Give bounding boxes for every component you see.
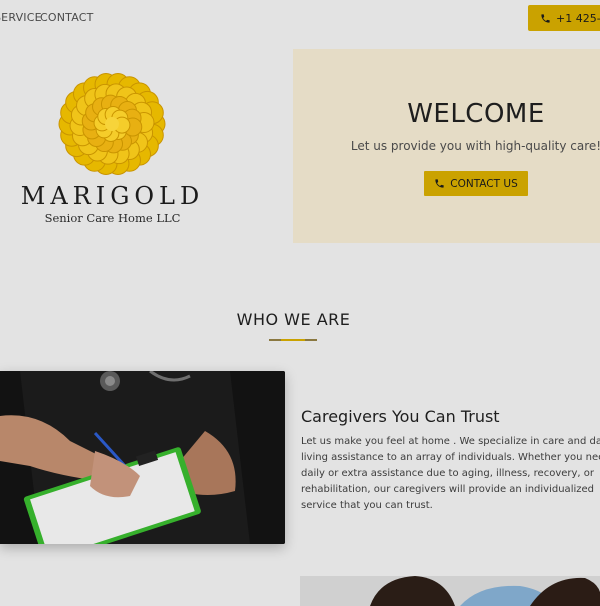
phone-button[interactable]: +1 425-6 (528, 5, 600, 31)
caregiver-illustration (0, 371, 285, 544)
contact-us-label: CONTACT US (450, 177, 518, 190)
welcome-text: Let us provide you with high-quality car… (350, 139, 600, 153)
nav-link-contact[interactable]: CONTACT (40, 11, 94, 24)
flower-center (105, 117, 119, 131)
marigold-flower-icon (58, 73, 166, 175)
section-underline (269, 339, 317, 341)
caregiver-photo (0, 371, 285, 544)
phone-number: +1 425-6 (556, 11, 600, 25)
nav-link-service[interactable]: SERVICE (0, 11, 42, 24)
welcome-panel: WELCOME Let us provide you with high-qua… (293, 49, 600, 243)
top-nav: SERVICE CONTACT +1 425-6 (0, 0, 600, 36)
phone-icon (541, 13, 550, 23)
card-title: Caregivers You Can Trust (301, 407, 500, 426)
section-title: WHO WE ARE (236, 310, 351, 329)
card-text: Let us make you feel at home . We specia… (301, 436, 600, 511)
brand-logo[interactable]: MARIGOLD Senior Care Home LLC (15, 70, 210, 230)
brand-subtitle: Senior Care Home LLC (44, 211, 181, 225)
welcome-title: WELCOME (407, 99, 545, 129)
phone-icon (435, 179, 444, 188)
second-photo (300, 576, 600, 606)
brand-name: MARIGOLD (20, 182, 205, 210)
contact-us-button[interactable]: CONTACT US (424, 171, 528, 196)
